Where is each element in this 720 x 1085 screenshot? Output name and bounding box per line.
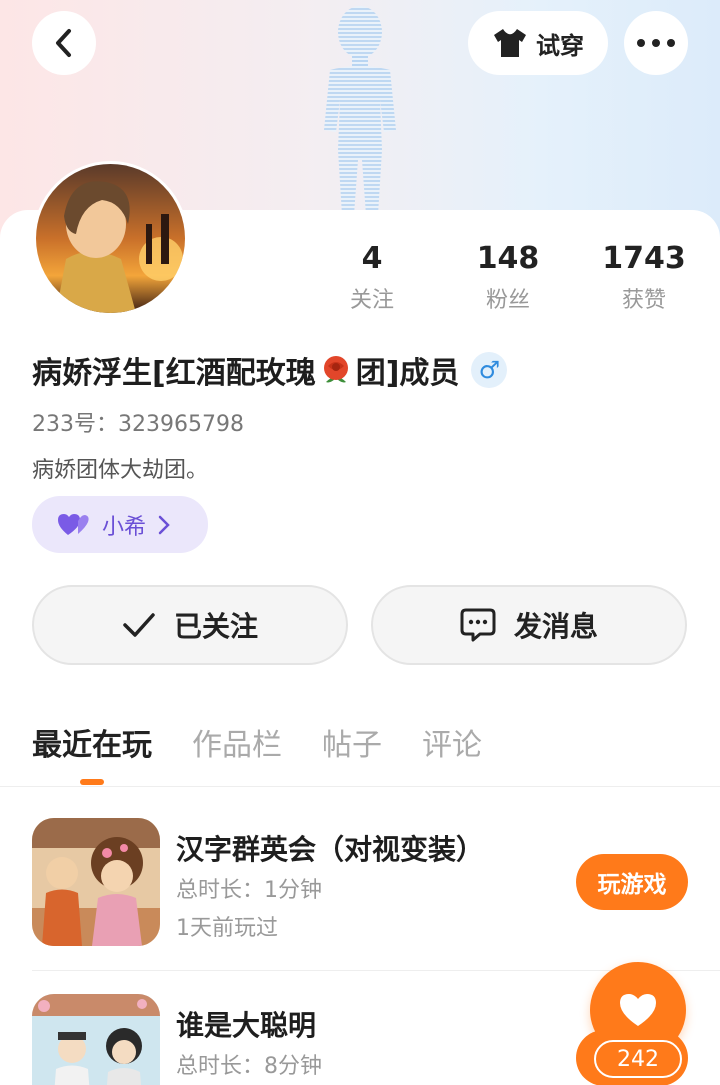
username-prefix: 病娇浮生[红酒配玫瑰 — [32, 356, 316, 391]
followers-count: 148 — [476, 241, 540, 276]
followed-button[interactable]: 已关注 — [32, 585, 348, 665]
tab-posts[interactable]: 帖子 — [322, 720, 382, 764]
heart-icon — [620, 994, 656, 1026]
message-bubble-icon — [460, 608, 496, 642]
tab-works[interactable]: 作品栏 — [192, 720, 282, 764]
user-bio: 病娇团体大劫团。 — [32, 458, 209, 483]
game-title: 谁是大聪明 — [176, 1009, 317, 1042]
stat-followers[interactable]: 148 粉丝 — [448, 240, 568, 314]
followed-label: 已关注 — [173, 610, 258, 643]
username: 病娇浮生[红酒配玫瑰 团]成员 ♂ — [32, 348, 508, 392]
tab-recently-played[interactable]: 最近在玩 — [32, 720, 152, 764]
game-last-played: 1天前玩过 — [176, 916, 278, 941]
checkmark-icon — [123, 613, 155, 637]
game-title: 汉字群英会（对视变装） — [176, 833, 485, 866]
chevron-right-icon — [158, 515, 170, 534]
more-horizontal-icon — [637, 39, 675, 47]
active-tab-indicator — [80, 779, 104, 785]
game-play-duration: 总时长：1分钟 — [176, 878, 322, 903]
cp-partner-name: 小希 — [102, 514, 147, 540]
likes-label: 获赞 — [621, 288, 666, 313]
game-thumbnail — [32, 994, 160, 1085]
chevron-left-icon — [56, 29, 71, 57]
likes-count: 1743 — [602, 241, 686, 276]
send-message-label: 发消息 — [513, 610, 598, 643]
following-count: 4 — [361, 241, 383, 276]
tab-comments[interactable]: 评论 — [422, 720, 482, 764]
avatar-hologram-figure — [324, 6, 396, 215]
user-id: 233号：323965798 — [32, 412, 244, 437]
back-button[interactable] — [32, 11, 96, 75]
like-count-badge: 242 — [594, 1040, 682, 1078]
tshirt-icon — [494, 29, 526, 57]
male-gender-icon: ♂ — [471, 352, 508, 388]
cp-partner-chip[interactable]: 小希 — [32, 496, 208, 553]
send-message-button[interactable]: 发消息 — [371, 585, 687, 665]
profile-tabs: 最近在玩 作品栏 帖子 评论 — [32, 720, 482, 764]
more-options-button[interactable] — [624, 11, 688, 75]
following-label: 关注 — [349, 288, 394, 313]
tabs-divider — [0, 786, 720, 787]
game-list-item[interactable]: 汉字群英会（对视变装） 总时长：1分钟 1天前玩过 玩游戏 — [32, 818, 720, 948]
followers-label: 粉丝 — [485, 288, 530, 313]
stat-likes[interactable]: 1743 获赞 — [584, 240, 704, 314]
double-heart-icon — [58, 513, 89, 535]
profile-avatar[interactable] — [33, 161, 188, 316]
try-on-button[interactable]: 试穿 — [468, 11, 608, 75]
game-play-duration: 总时长：8分钟 — [176, 1054, 322, 1079]
play-game-button[interactable]: 玩游戏 — [576, 854, 688, 910]
game-thumbnail — [32, 818, 160, 946]
username-suffix: 团]成员 — [355, 356, 460, 391]
rose-emoji-icon — [323, 356, 348, 383]
try-on-label: 试穿 — [536, 31, 584, 60]
avatar-image — [36, 164, 185, 313]
stat-following[interactable]: 4 关注 — [312, 240, 432, 314]
